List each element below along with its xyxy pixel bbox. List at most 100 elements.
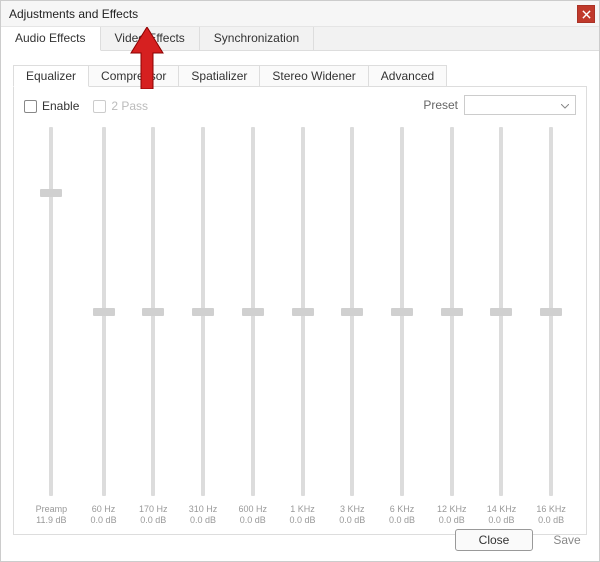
eq-band-freq: 170 Hz xyxy=(139,504,168,515)
eq-band-value: 0.0 dB xyxy=(389,515,415,526)
eq-band-slider[interactable] xyxy=(427,127,477,496)
window-title: Adjustments and Effects xyxy=(9,7,138,21)
preset-label: Preset xyxy=(423,98,458,112)
checkbox-box-icon xyxy=(93,100,106,113)
preset-row: Preset xyxy=(423,95,576,115)
eq-band-slider[interactable] xyxy=(526,127,576,496)
slider-thumb[interactable] xyxy=(490,308,512,316)
eq-band-slider[interactable] xyxy=(377,127,427,496)
eq-band-labels: 60 Hz0.0 dB xyxy=(91,500,117,526)
tab-advanced[interactable]: Advanced xyxy=(368,65,447,86)
eq-band-column: 310 Hz0.0 dB xyxy=(178,123,228,526)
eq-band-column: 12 KHz0.0 dB xyxy=(427,123,477,526)
eq-band-slider[interactable] xyxy=(278,127,328,496)
eq-band-column: 3 KHz0.0 dB xyxy=(327,123,377,526)
slider-wrap xyxy=(128,123,178,500)
eq-band-labels: 12 KHz0.0 dB xyxy=(437,500,467,526)
eq-band-slider[interactable] xyxy=(228,127,278,496)
eq-band-labels: 170 Hz0.0 dB xyxy=(139,500,168,526)
buttons-row: Close Save xyxy=(455,529,587,551)
eq-band-labels: 14 KHz0.0 dB xyxy=(487,500,517,526)
two-pass-label: 2 Pass xyxy=(111,99,148,113)
eq-band-column: 170 Hz0.0 dB xyxy=(128,123,178,526)
eq-band-value: 0.0 dB xyxy=(437,515,467,526)
preamp-label: Preamp xyxy=(36,504,68,515)
checkbox-box-icon xyxy=(24,100,37,113)
slider-wrap xyxy=(377,123,427,500)
close-button-label: Close xyxy=(479,533,510,547)
slider-thumb[interactable] xyxy=(391,308,413,316)
save-button[interactable]: Save xyxy=(547,529,587,551)
eq-band-freq: 3 KHz xyxy=(339,504,365,515)
titlebar[interactable]: Adjustments and Effects xyxy=(1,1,599,27)
eq-band-freq: 14 KHz xyxy=(487,504,517,515)
tabs-sub: Equalizer Compressor Spatializer Stereo … xyxy=(13,65,587,87)
eq-band-labels: 3 KHz0.0 dB xyxy=(339,500,365,526)
tab-audio-effects[interactable]: Audio Effects xyxy=(1,27,101,51)
chevron-down-icon xyxy=(561,98,569,112)
slider-wrap xyxy=(327,123,377,500)
eq-band-column: 600 Hz0.0 dB xyxy=(228,123,278,526)
eq-band-slider[interactable] xyxy=(79,127,129,496)
tab-synchronization[interactable]: Synchronization xyxy=(200,27,314,50)
eq-band-labels: 600 Hz0.0 dB xyxy=(239,500,268,526)
tabs-main: Audio Effects Video Effects Synchronizat… xyxy=(1,27,599,51)
equalizer-panel: Enable 2 Pass Preset Preamp11.9 dB60 H xyxy=(13,87,587,535)
eq-band-freq: 310 Hz xyxy=(189,504,218,515)
slider-wrap xyxy=(526,123,576,500)
slider-thumb[interactable] xyxy=(40,189,62,197)
eq-band-freq: 6 KHz xyxy=(389,504,415,515)
eq-band-labels: 16 KHz0.0 dB xyxy=(536,500,566,526)
eq-band-value: 0.0 dB xyxy=(339,515,365,526)
close-button[interactable]: Close xyxy=(455,529,533,551)
slider-thumb[interactable] xyxy=(441,308,463,316)
tab-spatializer[interactable]: Spatializer xyxy=(178,65,260,86)
eq-preamp-column: Preamp11.9 dB xyxy=(24,123,79,526)
slider-wrap xyxy=(477,123,527,500)
slider-thumb[interactable] xyxy=(93,308,115,316)
eq-band-freq: 1 KHz xyxy=(289,504,315,515)
slider-wrap xyxy=(228,123,278,500)
eq-band-labels: 310 Hz0.0 dB xyxy=(189,500,218,526)
eq-band-value: 0.0 dB xyxy=(91,515,117,526)
eq-band-freq: 60 Hz xyxy=(91,504,117,515)
eq-band-value: 0.0 dB xyxy=(189,515,218,526)
tab-compressor[interactable]: Compressor xyxy=(88,65,179,86)
slider-thumb[interactable] xyxy=(341,308,363,316)
adjustments-window: Adjustments and Effects Audio Effects Vi… xyxy=(0,0,600,562)
slider-thumb[interactable] xyxy=(142,308,164,316)
slider-thumb[interactable] xyxy=(192,308,214,316)
eq-band-value: 0.0 dB xyxy=(239,515,268,526)
eq-band-column: 6 KHz0.0 dB xyxy=(377,123,427,526)
slider-wrap xyxy=(79,123,129,500)
preamp-slider[interactable] xyxy=(24,127,79,496)
eq-band-freq: 16 KHz xyxy=(536,504,566,515)
two-pass-checkbox: 2 Pass xyxy=(93,99,148,113)
save-button-label: Save xyxy=(553,533,580,547)
equalizer-area: Preamp11.9 dB60 Hz0.0 dB170 Hz0.0 dB310 … xyxy=(24,123,576,526)
enable-checkbox[interactable]: Enable xyxy=(24,99,79,113)
slider-wrap xyxy=(24,123,79,500)
enable-label: Enable xyxy=(42,99,79,113)
eq-band-slider[interactable] xyxy=(327,127,377,496)
eq-band-value: 0.0 dB xyxy=(139,515,168,526)
slider-thumb[interactable] xyxy=(292,308,314,316)
close-icon[interactable] xyxy=(577,5,595,23)
eq-band-slider[interactable] xyxy=(128,127,178,496)
preset-dropdown[interactable] xyxy=(464,95,576,115)
options-row: Enable 2 Pass Preset xyxy=(24,95,576,117)
slider-wrap xyxy=(178,123,228,500)
eq-band-value: 0.0 dB xyxy=(289,515,315,526)
eq-band-slider[interactable] xyxy=(477,127,527,496)
eq-band-value: 0.0 dB xyxy=(536,515,566,526)
tab-equalizer[interactable]: Equalizer xyxy=(13,65,89,87)
eq-band-column: 1 KHz0.0 dB xyxy=(278,123,328,526)
eq-band-labels: 6 KHz0.0 dB xyxy=(389,500,415,526)
tab-stereo-widener[interactable]: Stereo Widener xyxy=(259,65,368,86)
slider-thumb[interactable] xyxy=(242,308,264,316)
slider-wrap xyxy=(278,123,328,500)
tab-video-effects[interactable]: Video Effects xyxy=(101,27,200,50)
slider-thumb[interactable] xyxy=(540,308,562,316)
eq-band-labels: 1 KHz0.0 dB xyxy=(289,500,315,526)
eq-band-slider[interactable] xyxy=(178,127,228,496)
